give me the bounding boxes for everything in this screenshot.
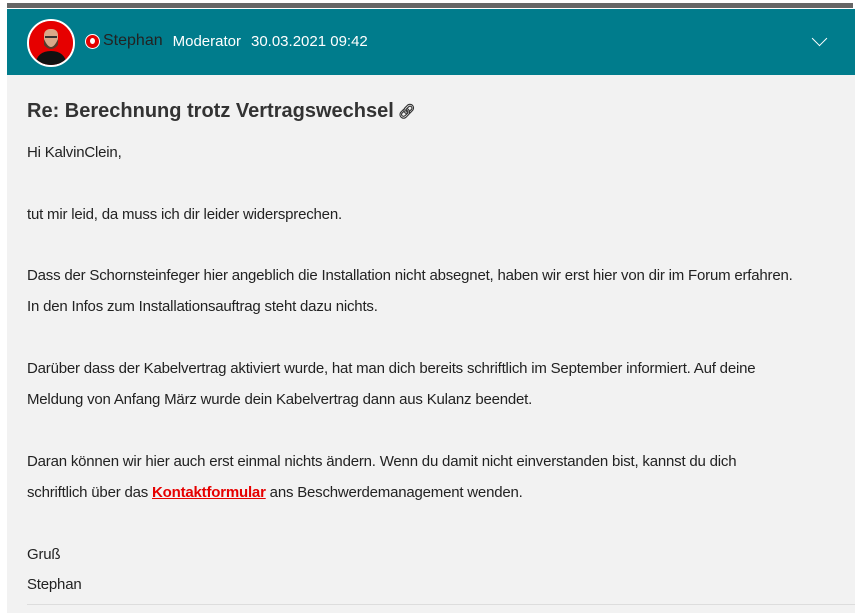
- chevron-down-icon[interactable]: [811, 30, 828, 47]
- top-bar: [7, 3, 853, 8]
- text: schriftlich über das: [27, 484, 153, 501]
- permalink-icon[interactable]: 🔗︎: [398, 103, 416, 120]
- vodafone-logo-icon: [85, 33, 100, 49]
- paragraph: Daran können wir hier auch erst einmal n…: [27, 453, 737, 470]
- post-timestamp: 30.03.2021 09:42: [250, 32, 368, 50]
- paragraph: Darüber dass der Kabelvertrag aktiviert …: [27, 360, 756, 377]
- kontaktformular-link[interactable]: Kontaktformular: [152, 484, 266, 501]
- post-content: Re: Berechnung trotz Vertragswechsel 🔗︎ …: [7, 75, 855, 613]
- paragraph: tut mir leid, da muss ich dir leider wid…: [27, 206, 342, 223]
- paragraph: Meldung von Anfang März wurde dein Kabel…: [27, 391, 533, 408]
- post-meta: Stephan Moderator 30.03.2021 09:42: [85, 32, 368, 50]
- author-name[interactable]: Stephan: [103, 32, 163, 50]
- paragraph: schriftlich über das Kontaktformular ans…: [27, 484, 523, 501]
- text: ans Beschwerdemanagement wenden.: [265, 484, 523, 501]
- signature: Stephan: [27, 576, 82, 593]
- post-header: Stephan Moderator 30.03.2021 09:42: [7, 9, 855, 75]
- author-role: Moderator: [172, 32, 241, 50]
- post-title: Re: Berechnung trotz Vertragswechsel 🔗︎: [27, 100, 416, 123]
- divider: [27, 604, 855, 605]
- avatar[interactable]: [27, 19, 75, 67]
- closing: Gruß: [27, 546, 61, 563]
- greeting: Hi KalvinClein,: [27, 144, 122, 161]
- avatar-image: [29, 21, 73, 65]
- paragraph: In den Infos zum Installationsauftrag st…: [27, 298, 378, 315]
- paragraph: Dass der Schornsteinfeger hier angeblich…: [27, 267, 793, 284]
- post-title-text: Re: Berechnung trotz Vertragswechsel: [27, 100, 394, 122]
